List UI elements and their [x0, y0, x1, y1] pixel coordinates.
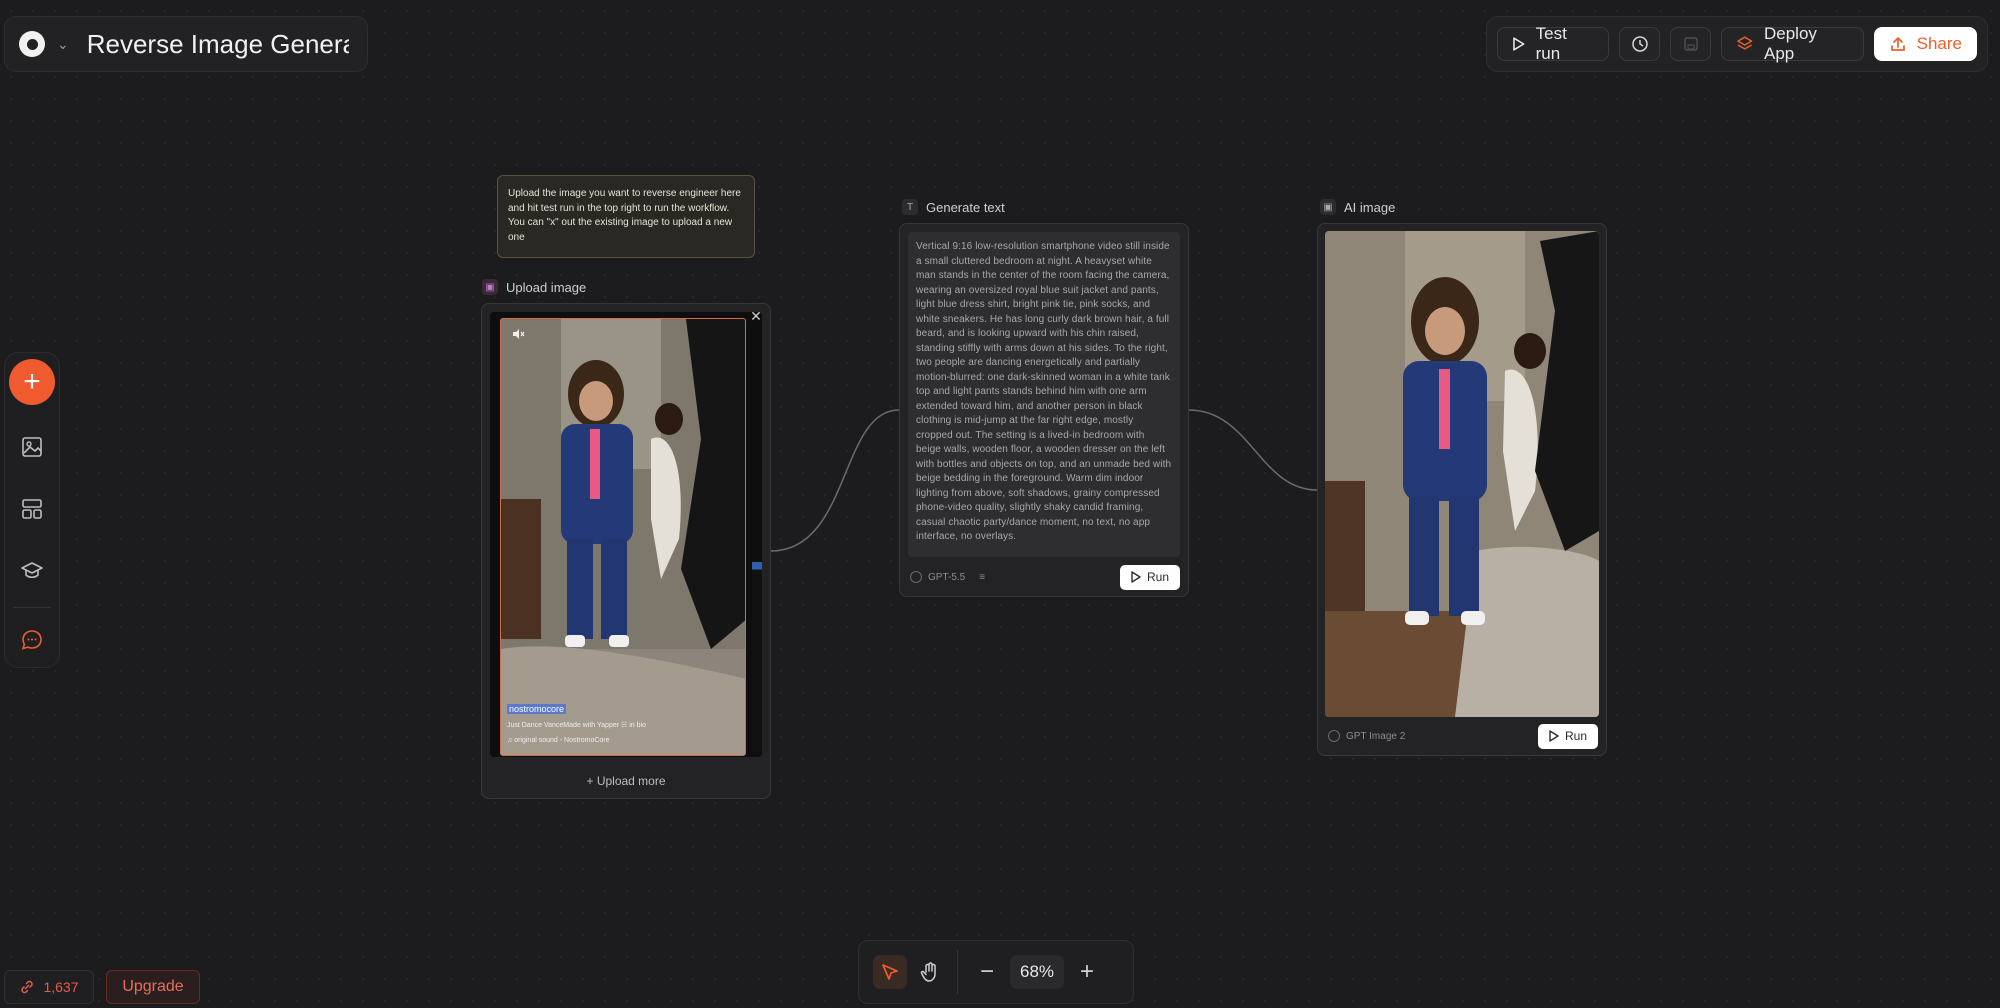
openai-icon	[910, 571, 922, 583]
text-node-icon: T	[902, 199, 918, 215]
minus-icon: −	[979, 958, 994, 985]
plus-icon: +	[586, 774, 597, 788]
share-button[interactable]: Share	[1873, 27, 1978, 61]
layout-icon	[22, 499, 42, 519]
deploy-app-label: Deploy App	[1764, 24, 1817, 63]
uploaded-photo-illustration	[501, 319, 745, 755]
upgrade-button[interactable]: Upgrade	[106, 970, 200, 1004]
templates-button[interactable]	[12, 489, 52, 529]
mute-icon[interactable]	[511, 327, 525, 341]
image-icon	[22, 437, 42, 457]
cursor-icon	[882, 964, 898, 980]
sticky-note[interactable]: Upload the image you want to reverse eng…	[497, 175, 755, 258]
upload-image-node-label: Upload image	[506, 279, 587, 295]
upload-more-label: Upload more	[596, 774, 666, 788]
model-selector[interactable]: GPT Image 2	[1328, 730, 1405, 742]
graduation-cap-icon	[21, 562, 43, 579]
video-sound: ♫ original sound - NostromoCore	[507, 737, 610, 744]
generated-photo-illustration	[1325, 231, 1599, 717]
generate-text-footer: GPT-5.5 ≡ Run	[910, 564, 1180, 590]
deploy-app-button[interactable]: Deploy App	[1721, 24, 1864, 63]
project-header: ⌄ Reverse Image Generat	[4, 16, 368, 72]
upload-image-node[interactable]: nostromocore Just Dance VanceMade with Y…	[481, 303, 771, 799]
chat-icon	[21, 630, 42, 650]
ai-image-footer: GPT Image 2 Run	[1328, 723, 1598, 749]
chat-button[interactable]	[12, 620, 52, 660]
save-button[interactable]	[1670, 27, 1712, 61]
model-selector[interactable]: GPT-5.5 ≡	[910, 571, 985, 583]
ai-image-node-header: ▣ AI image	[1320, 199, 1395, 215]
project-title[interactable]: Reverse Image Generat	[87, 29, 349, 60]
image-tool-button[interactable]	[12, 427, 52, 467]
video-username: nostromocore	[507, 704, 567, 714]
generate-text-node[interactable]: Vertical 9:16 low-resolution smartphone …	[899, 223, 1189, 597]
run-button[interactable]: Run	[1119, 564, 1180, 590]
run-button[interactable]: Run	[1537, 723, 1598, 749]
play-icon	[1513, 37, 1525, 51]
upload-share-icon	[1890, 37, 1905, 51]
play-icon	[1131, 571, 1141, 583]
pan-tool-button[interactable]	[913, 955, 947, 989]
history-button[interactable]	[1619, 27, 1661, 61]
plus-icon: +	[1079, 958, 1094, 985]
hand-icon	[920, 962, 936, 982]
plus-icon: +	[23, 365, 41, 398]
model-name: GPT Image 2	[1346, 730, 1406, 742]
remove-image-close-icon[interactable]: ✕	[748, 308, 764, 324]
video-caption: Just Dance VanceMade with Yapper ☵ in bi…	[507, 722, 646, 729]
select-tool-button[interactable]	[873, 955, 907, 989]
settings-lines-icon[interactable]: ≡	[979, 572, 985, 583]
save-icon	[1684, 37, 1698, 51]
zoom-level[interactable]: 68%	[1010, 955, 1064, 989]
openai-icon	[1328, 730, 1340, 742]
layers-icon	[1737, 36, 1753, 50]
test-run-button[interactable]: Test run	[1497, 24, 1610, 63]
zoom-in-button[interactable]: +	[1070, 958, 1104, 986]
zoom-out-button[interactable]: −	[970, 958, 1004, 986]
credits-counter[interactable]: 1,637	[4, 970, 94, 1004]
generate-text-node-header: T Generate text	[902, 199, 1005, 215]
video-side-controls	[752, 562, 762, 752]
share-label: Share	[1916, 34, 1963, 53]
app-logo-icon[interactable]	[19, 31, 45, 57]
link-icon	[21, 980, 34, 994]
model-name: GPT-5.5	[928, 571, 966, 583]
toolbar-divider	[957, 950, 958, 994]
run-label: Run	[1564, 729, 1587, 743]
ai-image-node[interactable]: GPT Image 2 Run	[1317, 223, 1607, 756]
uploaded-video-frame: nostromocore Just Dance VanceMade with Y…	[500, 318, 746, 756]
learn-button[interactable]	[12, 551, 52, 591]
uploaded-image: nostromocore Just Dance VanceMade with Y…	[490, 312, 762, 757]
generated-text-output[interactable]: Vertical 9:16 low-resolution smartphone …	[908, 232, 1180, 557]
ai-image-node-label: AI image	[1344, 199, 1396, 215]
run-label: Run	[1146, 570, 1169, 584]
upload-more-button[interactable]: + Upload more	[482, 774, 770, 788]
test-run-label: Test run	[1535, 24, 1567, 63]
video-sound-label: original sound - NostromoCore	[514, 737, 610, 744]
add-node-button[interactable]: +	[9, 359, 55, 405]
image-node-icon: ▣	[1320, 199, 1336, 215]
upload-image-node-header: ▣ Upload image	[482, 279, 586, 295]
generated-image	[1325, 231, 1599, 717]
generate-text-node-label: Generate text	[926, 199, 1005, 215]
credits-value: 1,637	[43, 979, 79, 995]
left-toolbar: +	[4, 352, 60, 668]
canvas-controls: − 68% +	[858, 940, 1134, 1004]
chevron-down-icon[interactable]: ⌄	[57, 36, 69, 53]
history-icon	[1632, 36, 1648, 52]
sidebar-divider	[13, 607, 51, 608]
play-icon	[1549, 730, 1559, 742]
image-node-icon: ▣	[482, 279, 498, 295]
top-toolbar: Test run Deploy App Share	[1486, 16, 1988, 72]
